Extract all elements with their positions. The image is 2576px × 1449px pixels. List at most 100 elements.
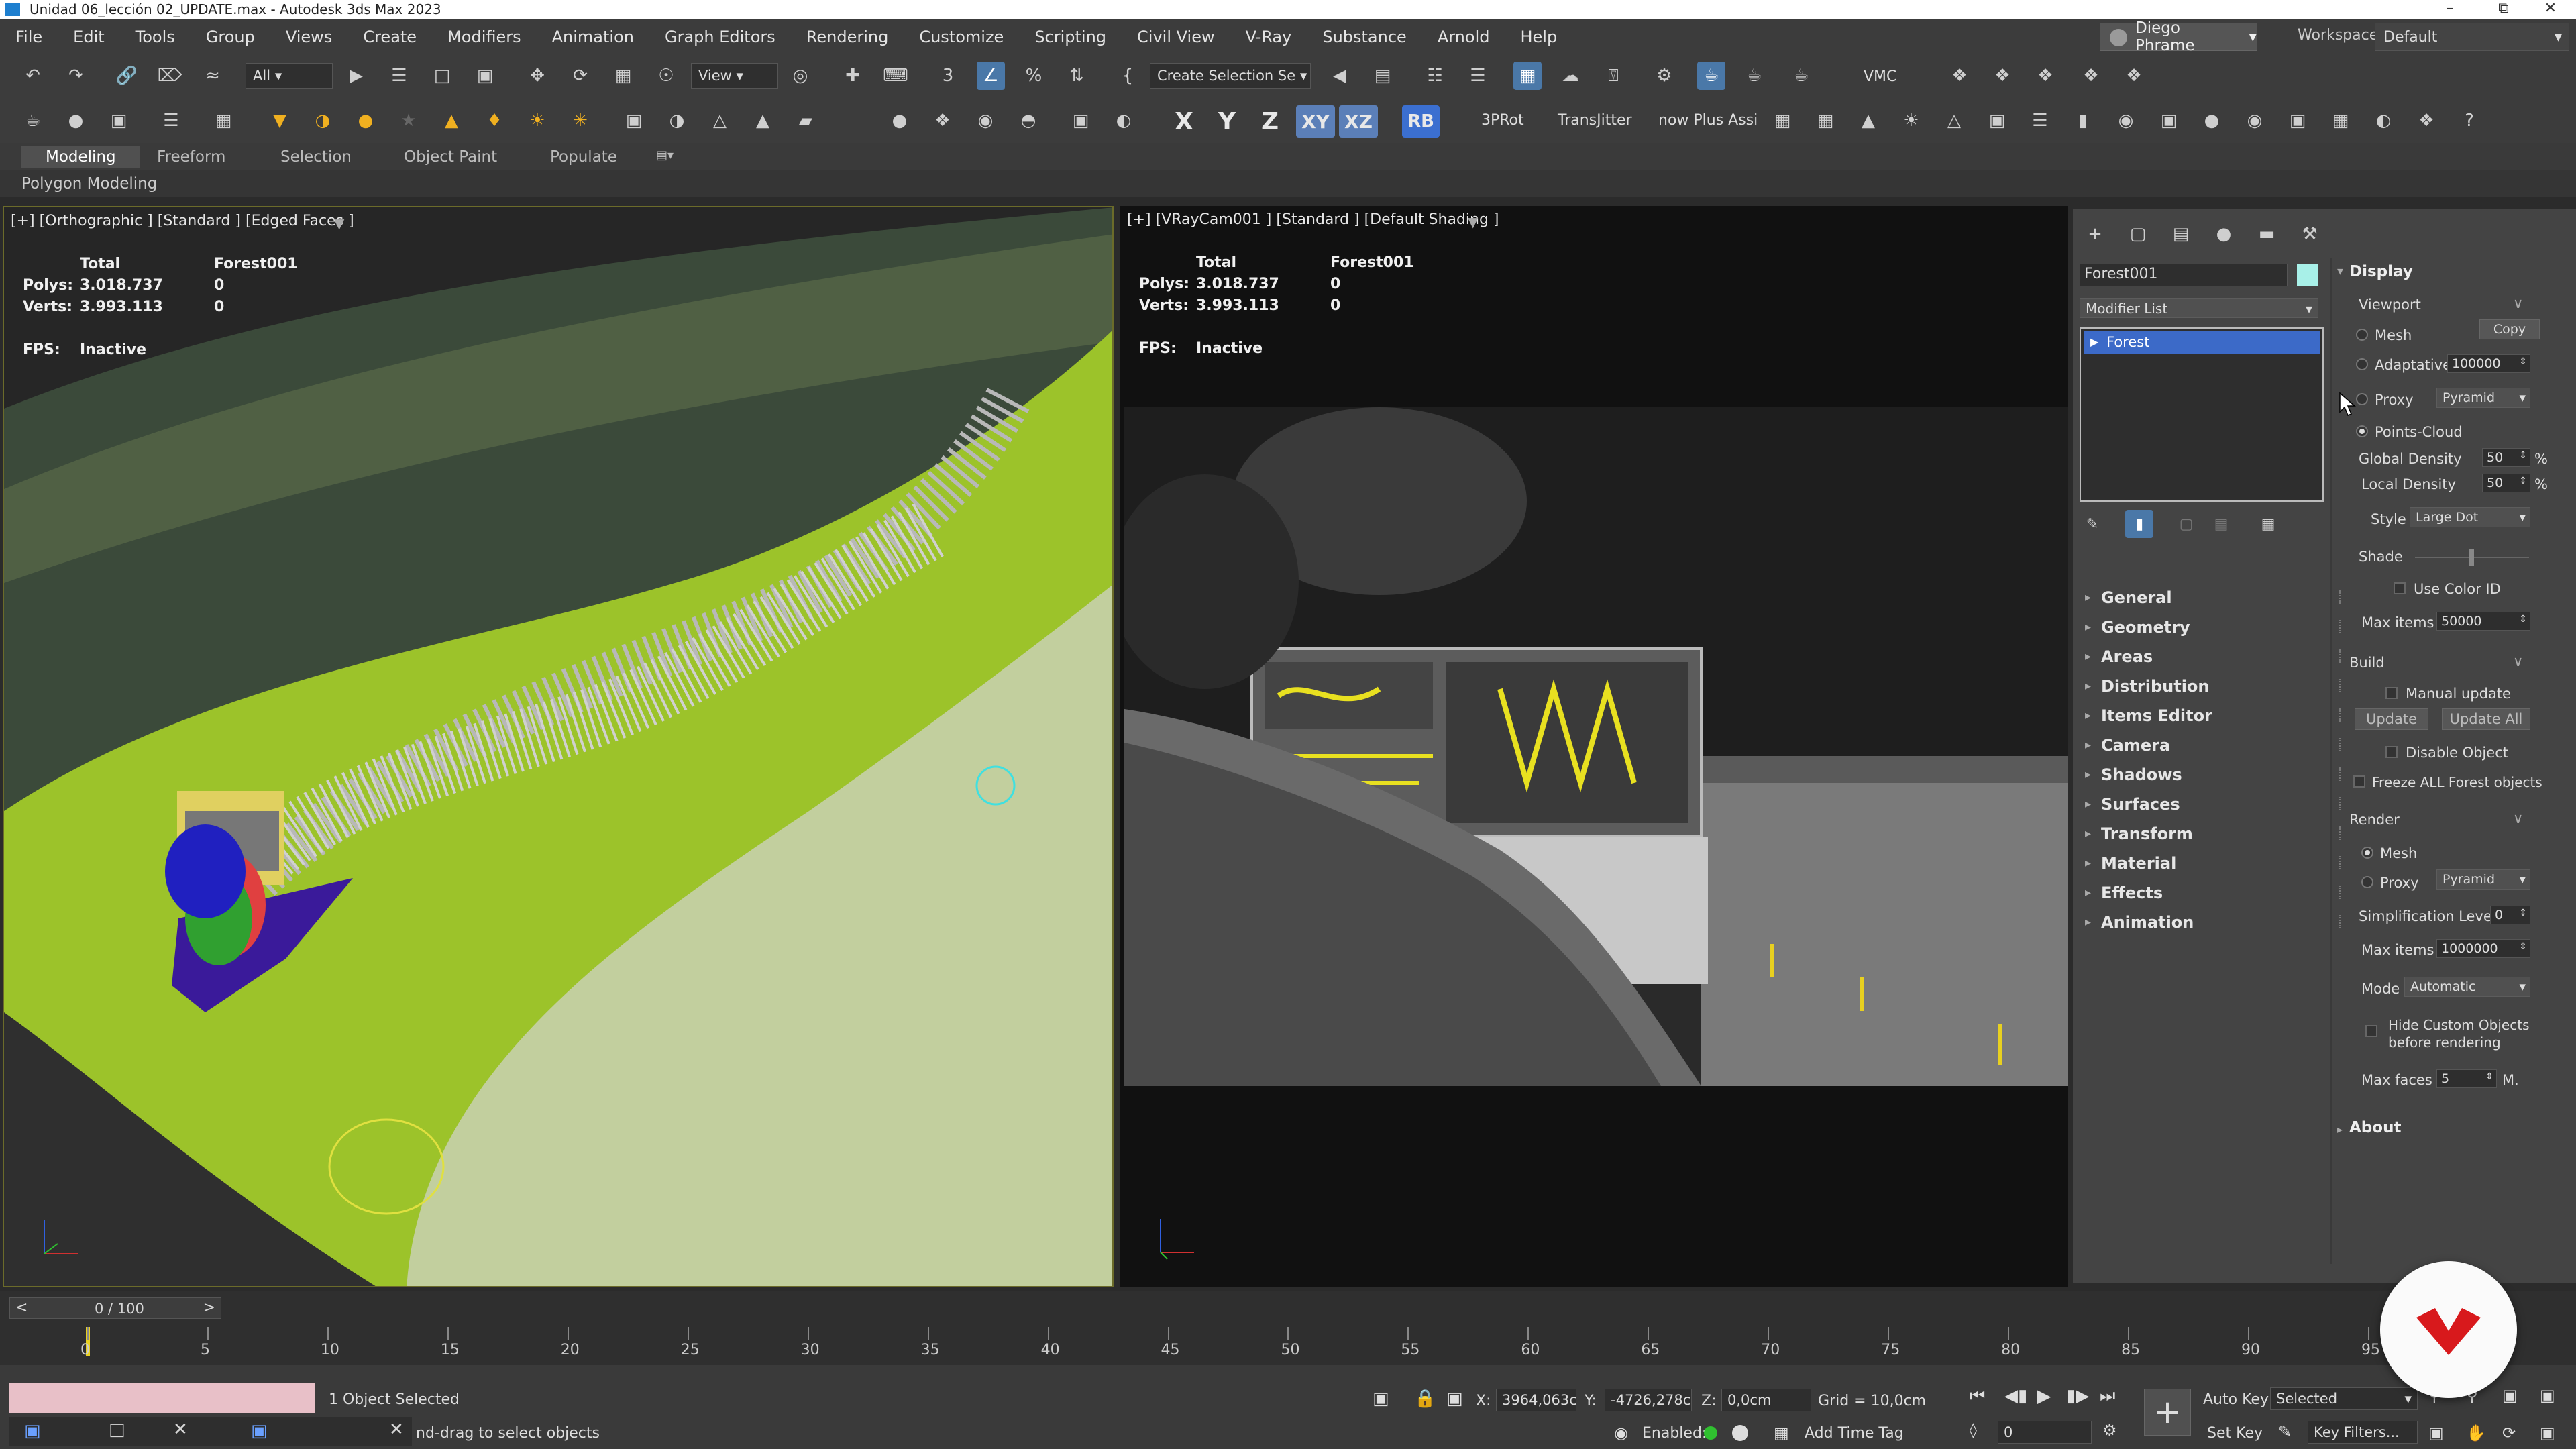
vray-ambient-icon[interactable]: ♦ <box>480 107 508 135</box>
rollout-general[interactable]: ▸ General <box>2081 585 2353 610</box>
axis-x-button[interactable]: X <box>1167 105 1201 138</box>
rollout-areas[interactable]: ▸ Areas <box>2081 644 2353 669</box>
rollout-transform[interactable]: ▸ Transform <box>2081 821 2353 847</box>
track-bar[interactable] <box>87 1326 2375 1339</box>
close-second-taskbar-icon[interactable]: ✕ <box>389 1419 404 1440</box>
viewport-right-filter-icon[interactable]: ▼ <box>1468 214 1478 230</box>
render-max-items-field[interactable]: 1000000 ⇕ <box>2436 939 2530 958</box>
vray-sun-icon[interactable]: ☀ <box>523 107 551 135</box>
script-tool-13-icon[interactable]: ▣ <box>2284 107 2312 135</box>
display-tab-icon[interactable]: ▬ <box>2253 220 2281 248</box>
curve-editor-icon[interactable]: ▦ <box>1513 62 1542 90</box>
snaps-toggle-icon[interactable]: 3 <box>934 62 962 90</box>
mode-dropdown[interactable]: Automatic ▾ <box>2404 977 2530 997</box>
scale-icon[interactable]: ▦ <box>609 62 637 90</box>
rollout-geometry[interactable]: ▸ Geometry <box>2081 614 2353 640</box>
user-account-button[interactable]: Diego Phrame ▾ <box>2100 19 2257 54</box>
menu-substance[interactable]: Substance <box>1307 28 1421 46</box>
select-by-name-icon[interactable]: ☰ <box>385 62 413 90</box>
current-frame-field[interactable]: 0 <box>1998 1421 2092 1444</box>
list-tool-icon[interactable]: ☰ <box>157 107 185 135</box>
extra-tool-1-icon[interactable]: ❖ <box>1945 62 1974 90</box>
next-key-icon[interactable]: ▮▶ <box>2066 1386 2089 1406</box>
material-grid-icon[interactable]: ❖ <box>928 107 957 135</box>
about-rollout-title[interactable]: About <box>2349 1119 2401 1136</box>
script-tool-11-icon[interactable]: ● <box>2198 107 2226 135</box>
adaptative-radio[interactable] <box>2356 358 2368 370</box>
close-taskbar-icon[interactable]: ✕ <box>173 1419 188 1440</box>
style-dropdown[interactable]: Large Dot ▾ <box>2410 507 2530 527</box>
viewport-collapse-icon[interactable]: ∨ <box>2513 295 2523 311</box>
modifier-list-dropdown[interactable]: Modifier List ▾ <box>2080 298 2318 318</box>
tab-modeling[interactable]: Modeling <box>21 146 140 168</box>
script-tool-4-icon[interactable]: ☀ <box>1897 107 1925 135</box>
vray-sphere-light-icon[interactable]: ● <box>352 107 380 135</box>
align-icon[interactable]: ▤ <box>1368 62 1397 90</box>
play-icon[interactable]: ▶ <box>2037 1385 2051 1407</box>
update-all-button[interactable]: Update All <box>2442 708 2530 730</box>
mesh-radio[interactable] <box>2356 329 2368 341</box>
make-unique-icon[interactable]: ▢ <box>2172 510 2200 538</box>
absolute-mode-icon[interactable]: ▣ <box>1446 1389 1463 1409</box>
render-proxy-dropdown[interactable]: Pyramid ▾ <box>2436 869 2530 890</box>
key-filters-button[interactable]: Key Filters... <box>2308 1421 2418 1444</box>
edit-named-sets-icon[interactable]: { <box>1114 62 1142 90</box>
help-icon[interactable]: ? <box>2455 107 2483 135</box>
ribbon-options-icon[interactable]: ▤▾ <box>656 146 674 168</box>
maxscript-listener[interactable] <box>9 1383 315 1413</box>
bind-space-warp-icon[interactable]: ≈ <box>199 62 227 90</box>
hide-custom-checkbox[interactable] <box>2365 1025 2377 1037</box>
x-coord-field[interactable]: 3964,063c <box>1496 1389 1576 1411</box>
script-tool-2-icon[interactable]: ▦ <box>1811 107 1839 135</box>
vray-light-icon[interactable]: ▼ <box>266 107 294 135</box>
shade-slider-thumb[interactable] <box>2469 549 2474 566</box>
rollout-material[interactable]: ▸ Material <box>2081 851 2353 876</box>
layer-explorer-icon[interactable]: ☷ <box>1421 62 1449 90</box>
material-layer-icon[interactable]: ◓ <box>1014 107 1042 135</box>
mirror-icon[interactable]: ◀ <box>1326 62 1354 90</box>
use-color-id-checkbox[interactable] <box>2394 582 2406 594</box>
modify-tab-icon[interactable]: ▢ <box>2124 220 2152 248</box>
script-tool-10-icon[interactable]: ▣ <box>2155 107 2183 135</box>
remove-modifier-icon[interactable]: ▤ <box>2207 510 2235 538</box>
minimize-icon[interactable]: – <box>2423 0 2477 19</box>
rb-button[interactable]: RB <box>1402 105 1440 138</box>
render-frame-icon[interactable]: ☕ <box>1697 62 1725 90</box>
undo-icon[interactable]: ↶ <box>19 62 47 90</box>
disable-object-checkbox[interactable] <box>2385 746 2398 758</box>
orbit-icon[interactable]: ⟳ <box>2502 1424 2516 1442</box>
forest-tool-icon[interactable]: ▲ <box>749 107 777 135</box>
manual-update-checkbox[interactable] <box>2385 687 2398 699</box>
rollout-items-editor[interactable]: ▸ Items Editor <box>2081 703 2353 729</box>
redo-icon[interactable]: ↷ <box>62 62 90 90</box>
angle-snap-icon[interactable]: ∠ <box>977 62 1005 90</box>
adaptive-degradation-icon[interactable]: ◉ <box>1614 1424 1628 1442</box>
viewport-camera[interactable]: [+] [VRayCam001 ] [Standard ] [Default S… <box>1120 206 2068 1287</box>
vmc-label[interactable]: VMC <box>1864 68 1896 85</box>
go-to-end-icon[interactable]: ⏭ <box>2100 1386 2115 1407</box>
rollout-effects[interactable]: ▸ Effects <box>2081 880 2353 906</box>
select-manipulate-icon[interactable]: ✚ <box>839 62 867 90</box>
place-icon[interactable]: ☉ <box>652 62 680 90</box>
app-taskbar-icon[interactable]: ▣ <box>24 1421 41 1441</box>
select-object-icon[interactable]: ▶ <box>342 62 370 90</box>
global-density-field[interactable]: 50 ⇕ <box>2482 448 2530 467</box>
max-faces-field[interactable]: 5 ⇕ <box>2436 1069 2497 1088</box>
about-expand-icon[interactable]: ▸ <box>2337 1123 2343 1136</box>
stack-item-forest[interactable]: ▶ Forest <box>2084 331 2320 354</box>
rollout-animation[interactable]: ▸ Animation <box>2081 910 2353 935</box>
y-coord-field[interactable]: -4726,278c <box>1605 1389 1692 1411</box>
expand-icon[interactable]: ▶ <box>2090 335 2098 348</box>
key-filters-icon[interactable]: ✎ <box>2278 1422 2292 1441</box>
menu-edit[interactable]: Edit <box>58 28 119 46</box>
next-frame-icon[interactable]: > <box>203 1299 215 1316</box>
railclone-icon[interactable]: ▰ <box>792 107 820 135</box>
viewport-left-label[interactable]: [+] [Orthographic ] [Standard ] [Edged F… <box>11 213 354 229</box>
menu-vray[interactable]: V-Ray <box>1230 28 1307 46</box>
second-app-taskbar-icon[interactable]: ▣ <box>251 1421 268 1441</box>
viewport-orthographic[interactable]: [+] [Orthographic ] [Standard ] [Edged F… <box>3 206 1114 1287</box>
vray-fur-icon[interactable]: ◑ <box>663 107 691 135</box>
auto-key-button[interactable]: Auto Key <box>2203 1391 2269 1408</box>
menu-scripting[interactable]: Scripting <box>1019 28 1122 46</box>
extra-tool-2-icon[interactable]: ❖ <box>1988 62 2017 90</box>
